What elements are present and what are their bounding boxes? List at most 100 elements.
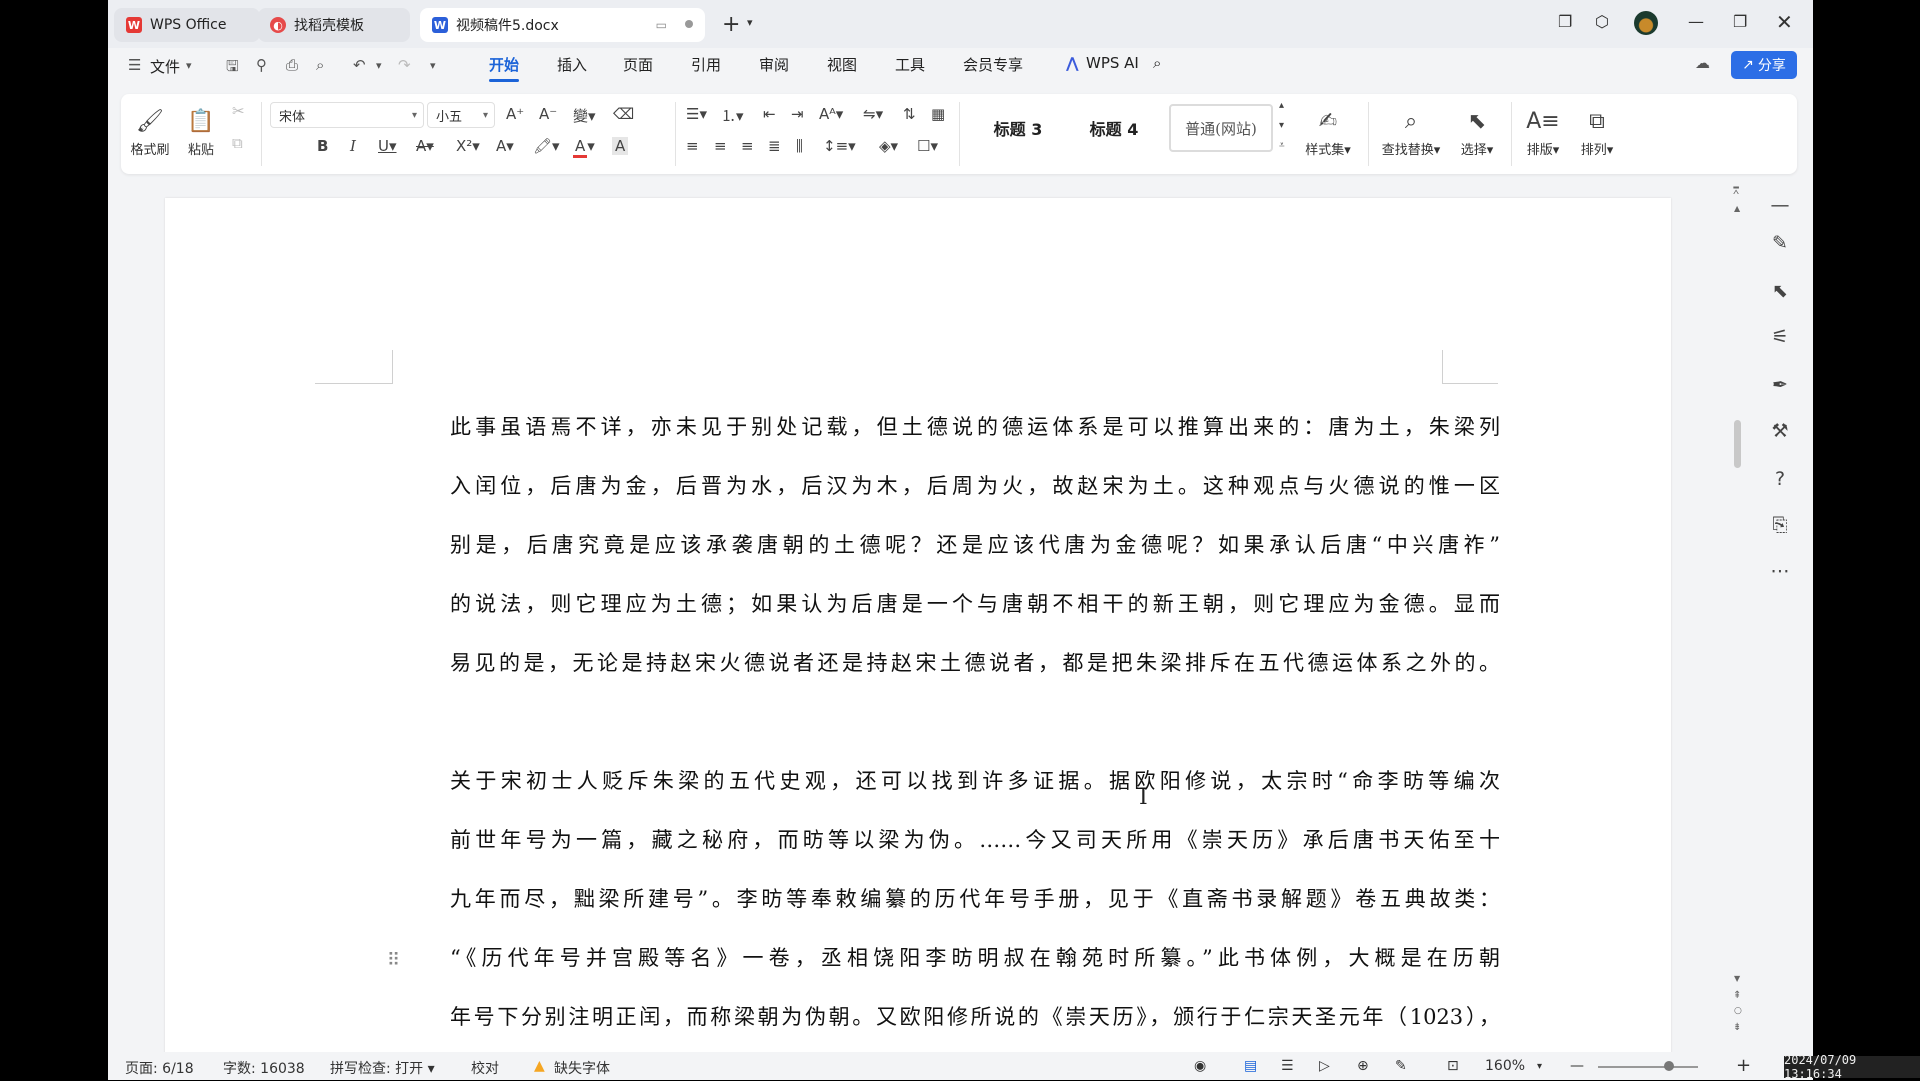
print-icon[interactable]: ⎙ xyxy=(286,56,298,74)
proofread-button[interactable]: 校对 xyxy=(471,1058,499,1078)
font-name-select[interactable]: 宋体 ▾ xyxy=(270,102,424,128)
text-direction-icon[interactable]: Aᴬ▾ xyxy=(819,105,843,123)
scrollbar-thumb[interactable] xyxy=(1734,420,1741,468)
style-scroll-up-icon[interactable]: ▴ xyxy=(1279,100,1284,111)
style-heading-3[interactable]: 标题 3 xyxy=(973,104,1063,152)
style-set-button[interactable]: ✍ 样式集▾ xyxy=(1296,100,1360,164)
cloud-sync-icon[interactable]: ☁ xyxy=(1695,54,1710,72)
style-scroll-down-icon[interactable]: ▾ xyxy=(1279,120,1284,131)
align-right-icon[interactable]: ≡ xyxy=(741,137,754,155)
justify-icon[interactable]: ≣ xyxy=(768,137,781,155)
eraser-icon[interactable]: ⌫ xyxy=(613,105,634,123)
scroll-down-icon[interactable]: ▼ xyxy=(1734,974,1740,983)
document-area[interactable]: 此事虽语焉不详，亦未见于别处记载，但土德说的德运体系是可以推算出来的：唐为土，朱… xyxy=(108,186,1748,1052)
zoom-slider-knob[interactable] xyxy=(1664,1061,1674,1071)
wps-ai-button[interactable]: WPS AI xyxy=(1086,54,1139,72)
arrange-button[interactable]: ⧉ 排列▾ xyxy=(1573,100,1621,164)
spell-check-toggle[interactable]: 拼写检查: 打开 ▾ xyxy=(330,1058,435,1078)
chevron-down-icon[interactable]: ▾ xyxy=(747,16,753,29)
find-replace-button[interactable]: ⌕ 查找替换▾ xyxy=(1374,100,1448,164)
underline-icon[interactable]: U▾ xyxy=(378,137,397,155)
next-page-icon[interactable]: ⇟ xyxy=(1733,1022,1741,1033)
tab-page[interactable]: 页面 xyxy=(623,54,653,75)
paragraph[interactable]: 关于宋初士人贬斥朱梁的五代史观，还可以找到许多证据。据欧阳修说，太宗时“命李昉等… xyxy=(450,752,1500,1047)
highlight-icon[interactable]: 🖍▾ xyxy=(533,137,560,155)
sort-icon[interactable]: ⇅ xyxy=(903,105,916,123)
more-icon[interactable]: ⋯ xyxy=(1768,560,1792,582)
tab-docer-templates[interactable]: ◐ 找稻壳模板 xyxy=(258,8,410,42)
border-icon[interactable]: ☐▾ xyxy=(917,137,938,155)
copy-icon[interactable]: ⧉ xyxy=(232,134,243,152)
monitor-icon[interactable]: ▭ xyxy=(656,18,667,32)
drag-handle-icon[interactable]: ⠿ xyxy=(387,950,400,971)
align-center-icon[interactable]: ≡ xyxy=(714,137,727,155)
zoom-in-icon[interactable]: + xyxy=(1736,1055,1751,1076)
zoom-level[interactable]: 160% xyxy=(1485,1058,1525,1074)
select-cursor-icon[interactable]: ⬉ xyxy=(1768,280,1792,302)
pen-icon[interactable]: ✎ xyxy=(1768,232,1792,254)
tab-member[interactable]: 会员专享 xyxy=(963,54,1023,75)
link-icon[interactable]: ⚲ xyxy=(256,56,267,74)
file-menu[interactable]: 文件 xyxy=(150,56,180,77)
tab-references[interactable]: 引用 xyxy=(691,54,721,75)
eye-protection-icon[interactable]: ◉ xyxy=(1194,1058,1206,1074)
menu-icon[interactable]: ☰ xyxy=(128,56,141,74)
missing-font-button[interactable]: 缺失字体 xyxy=(554,1058,610,1078)
select-button[interactable]: ⬉ 选择▾ xyxy=(1452,100,1502,164)
align-left-icon[interactable]: ≡ xyxy=(686,137,699,155)
play-icon[interactable]: ▷ xyxy=(1319,1058,1330,1074)
line-spacing-swap-icon[interactable]: ⇋▾ xyxy=(863,105,883,123)
chevron-down-icon[interactable]: ▾ xyxy=(186,59,192,72)
superscript-icon[interactable]: X²▾ xyxy=(456,137,480,155)
phonetic-icon[interactable]: 變▾ xyxy=(573,105,596,126)
toolbox-icon[interactable]: ⚒ xyxy=(1768,420,1792,442)
zoom-out-icon[interactable]: — xyxy=(1570,1058,1584,1074)
tab-tools[interactable]: 工具 xyxy=(895,54,925,75)
fit-page-icon[interactable]: ⊡ xyxy=(1447,1058,1459,1074)
style-heading-4[interactable]: 标题 4 xyxy=(1069,104,1159,152)
outline-view-icon[interactable]: ☰ xyxy=(1281,1058,1294,1074)
chevron-down-icon[interactable]: ▾ xyxy=(376,59,382,72)
share-button[interactable]: ↗ 分享 xyxy=(1731,51,1797,79)
avatar[interactable] xyxy=(1634,11,1658,35)
font-color-icon[interactable]: A ▾ xyxy=(573,137,595,158)
page-indicator[interactable]: 页面: 6/18 xyxy=(125,1058,194,1078)
distribute-icon[interactable]: ⫼ xyxy=(796,137,803,155)
select-browse-icon[interactable]: ○ xyxy=(1734,1006,1742,1016)
vertical-scrollbar[interactable]: ⩞ ▲ ▼ ⇞ ○ ⇟ xyxy=(1730,186,1748,1052)
shading-icon[interactable]: ◈▾ xyxy=(879,137,898,155)
line-spacing-icon[interactable]: ↕≡▾ xyxy=(823,137,856,155)
tab-document[interactable]: W 视频稿件5.docx ▭ xyxy=(420,8,705,42)
tab-review[interactable]: 审阅 xyxy=(759,54,789,75)
wps-ai-logo-icon[interactable]: ⋀ xyxy=(1066,54,1079,72)
annotate-icon[interactable]: ✎ xyxy=(1395,1058,1407,1074)
bullet-list-icon[interactable]: ☰▾ xyxy=(686,105,707,123)
share-link-icon[interactable]: ⎘ xyxy=(1768,514,1792,536)
scroll-up-icon[interactable]: ▲ xyxy=(1734,204,1740,213)
bold-icon[interactable]: B xyxy=(317,137,328,155)
redo-icon[interactable]: ↷ xyxy=(398,56,411,74)
italic-icon[interactable]: I xyxy=(350,137,356,155)
zoom-slider[interactable] xyxy=(1598,1066,1698,1068)
decrease-font-icon[interactable]: A⁻ xyxy=(539,105,557,123)
unsaved-dot-icon[interactable] xyxy=(685,20,693,28)
char-shading-icon[interactable]: A xyxy=(612,137,629,155)
paragraph[interactable]: 此事虽语焉不详，亦未见于别处记载，但土德说的德运体系是可以推算出来的：唐为土，朱… xyxy=(450,398,1500,693)
cube-icon[interactable]: ⬡ xyxy=(1595,12,1609,31)
strikethrough-icon[interactable]: A▾ xyxy=(416,137,434,155)
style-expand-icon[interactable]: ⩡ xyxy=(1279,140,1285,151)
layout-button[interactable]: A≡ 排版▾ xyxy=(1519,100,1567,164)
tab-wps-office[interactable]: W WPS Office xyxy=(114,8,260,42)
restore-tabs-icon[interactable]: ❐ xyxy=(1558,12,1572,31)
collapse-panel-icon[interactable]: — xyxy=(1768,194,1792,216)
document-page[interactable]: 此事虽语焉不详，亦未见于别处记载，但土德说的德运体系是可以推算出来的：唐为土，朱… xyxy=(165,198,1671,1052)
numbered-list-icon[interactable]: ⒈▾ xyxy=(721,105,744,126)
tab-insert[interactable]: 插入 xyxy=(557,54,587,75)
show-marks-icon[interactable]: ▦ xyxy=(931,105,945,123)
minimize-icon[interactable]: — xyxy=(1688,12,1704,31)
tab-home[interactable]: 开始 xyxy=(489,54,520,82)
page-view-icon[interactable]: ▤ xyxy=(1244,1058,1257,1074)
increase-font-icon[interactable]: A⁺ xyxy=(506,105,524,123)
paste-button[interactable]: 📋 粘贴 xyxy=(177,100,225,164)
chevron-down-icon[interactable]: ▾ xyxy=(1537,1061,1542,1072)
